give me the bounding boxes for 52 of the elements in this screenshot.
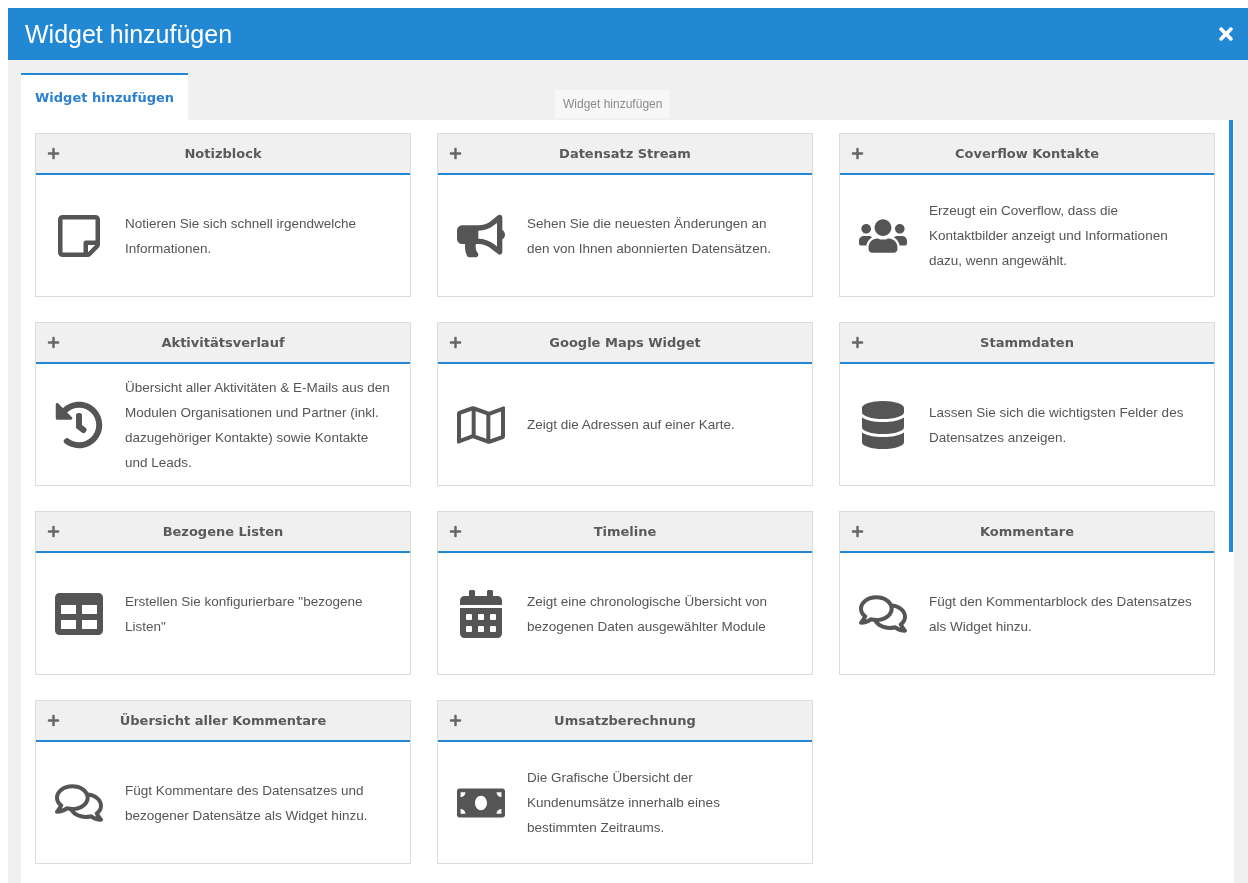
plus-icon xyxy=(449,714,462,727)
widget-description: Fügt den Kommentarblock des Datensatzes als Widget hinzu. xyxy=(929,592,1193,636)
widget-description: Fügt Kommentare des Datensatzes und bezogener Datensätze als Widget hinzu. xyxy=(125,781,369,825)
widget-title: Coverflow Kontakte xyxy=(955,146,1099,161)
widget-title: Kommentare xyxy=(979,524,1075,539)
plus-icon xyxy=(47,147,60,160)
close-icon xyxy=(1216,24,1236,44)
widget-title: Google Maps Widget xyxy=(549,335,701,350)
plus-icon xyxy=(449,525,462,538)
widget-header[interactable]: Umsatzberechnung xyxy=(438,701,812,742)
widget-title: Umsatzberechnung xyxy=(554,713,696,728)
widget-title: Datensatz Stream xyxy=(559,146,691,161)
widget-title: Aktivitätsverlauf xyxy=(161,335,285,350)
widget-header[interactable]: Google Maps Widget xyxy=(438,323,812,364)
widget-description: Zeigt die Adressen auf einer Karte. xyxy=(527,416,735,434)
plus-icon xyxy=(449,336,462,349)
widget-header[interactable]: Notizblock xyxy=(36,134,410,175)
widget-title: Übersicht aller Kommentare xyxy=(119,713,327,728)
widget-description: Zeigt eine chronologische Übersicht von bezogenen Daten ausgewählter Module xyxy=(527,592,769,636)
widget-header[interactable]: Bezogene Listen xyxy=(36,512,410,553)
widget-title: Bezogene Listen xyxy=(162,524,284,539)
plus-icon xyxy=(47,714,60,727)
widget-description: Erzeugt ein Coverflow, dass die Kontaktbilder anzeigt und Informationen dazu, wenn angewählt. xyxy=(929,202,1169,270)
widget-title: Timeline xyxy=(593,524,657,539)
widget-description: Lassen Sie sich die wichtigsten Felder des Datensatzes anzeigen. xyxy=(929,403,1185,447)
widget-header[interactable]: Übersicht aller Kommentare xyxy=(36,701,410,742)
widget-header[interactable]: Aktivitätsverlauf xyxy=(36,323,410,364)
history-icon xyxy=(55,400,103,449)
widget-description: Die Grafische Übersicht der Kundenumsätze innerhalb eines bestimmten Zeitraums. xyxy=(527,769,721,837)
widget-title: Notizblock xyxy=(184,146,262,161)
plus-icon xyxy=(47,525,60,538)
plus-icon xyxy=(47,336,60,349)
widget-title: Stammdaten xyxy=(980,335,1074,350)
plus-icon xyxy=(449,147,462,160)
widget-description: Sehen Sie die neuesten Änderungen an den von Ihnen abonnierten Datensätzen. xyxy=(527,214,772,258)
dialog-title: Widget hinzufügen xyxy=(25,19,233,49)
plus-icon xyxy=(851,147,864,160)
calendar-icon xyxy=(457,589,505,638)
widget-description: Erstellen Sie konfigurierbare "bezogene Listen" xyxy=(125,592,364,636)
scrollbar[interactable] xyxy=(1229,120,1233,552)
widget-description: Übersicht aller Aktivitäten & E-Mails aus den Modulen Organisationen und Partner (inkl. dazugehöriger Kontakte) sowie Kontakte und Leads. xyxy=(125,378,390,472)
widget-header[interactable]: Timeline xyxy=(438,512,812,553)
tooltip: Widget hinzufügen xyxy=(555,90,671,118)
widget-header[interactable]: Kommentare xyxy=(840,512,1214,553)
database-icon xyxy=(859,400,907,449)
tab[interactable]: Widget hinzufügen xyxy=(21,73,188,120)
widget-header[interactable]: Datensatz Stream xyxy=(438,134,812,175)
widget-description: Notieren Sie sich schnell irgendwelche Informationen. xyxy=(125,214,358,258)
widget-header[interactable]: Stammdaten xyxy=(840,323,1214,364)
plus-icon xyxy=(851,336,864,349)
plus-icon xyxy=(851,525,864,538)
widget-header[interactable]: Coverflow Kontakte xyxy=(840,134,1214,175)
